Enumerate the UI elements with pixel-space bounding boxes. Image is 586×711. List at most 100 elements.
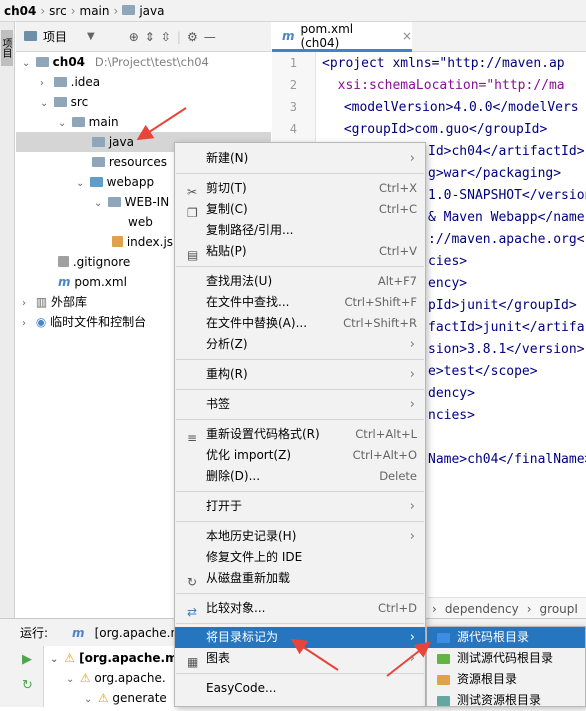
project-panel-header: 项目 ▼ ⊕ ⇕ ⇳ | ⚙ —: [16, 22, 271, 52]
chevron-right-icon[interactable]: ›: [22, 314, 32, 334]
tree-item-ch04[interactable]: ⌄ ch04 D:\Project\test\ch04: [16, 52, 271, 72]
code-line: factId>junit</artifa: [428, 320, 585, 335]
menu-item-bookmarks[interactable]: 书签 ›: [175, 394, 425, 415]
line-number: 1: [289, 56, 297, 70]
chevron-right-icon: ›: [526, 601, 532, 616]
folder-icon: [122, 4, 136, 15]
locate-icon[interactable]: ⊕: [129, 30, 139, 44]
menu-item-mark-directory-as[interactable]: 将目录标记为 ›: [175, 627, 425, 648]
menu-item-repair-ide[interactable]: 修复文件上的 IDE: [175, 547, 425, 568]
menu-item-find-usages[interactable]: 查找用法(U) Alt+F7: [175, 271, 425, 292]
tree-item-main[interactable]: ⌄ main: [16, 112, 271, 132]
expand-all-icon[interactable]: ⇕: [145, 30, 155, 44]
submenu-item-sources-root[interactable]: 源代码根目录: [427, 627, 585, 648]
web-folder-icon: [89, 176, 103, 187]
tree-item-label: web: [128, 215, 153, 229]
run-tree-item[interactable]: ⌄ ⚠ generate: [44, 688, 184, 708]
menu-item-paste[interactable]: ▤ 粘贴(P) Ctrl+V: [175, 241, 425, 262]
rerun-icon[interactable]: ↻: [22, 678, 33, 693]
menu-item-easycode[interactable]: EasyCode...: [175, 678, 425, 699]
code-line: 1.0-SNAPSHOT</version: [428, 188, 586, 203]
hide-icon[interactable]: —: [204, 30, 216, 44]
tree-item-label: java: [108, 135, 134, 149]
menu-item-local-history[interactable]: 本地历史记录(H) ›: [175, 526, 425, 547]
chevron-right-icon: ›: [409, 397, 415, 412]
chevron-right-icon: ›: [432, 601, 437, 616]
code-line: Id>ch04</artifactId>: [428, 144, 585, 159]
chevron-down-icon[interactable]: ⌄: [40, 94, 50, 114]
chevron-down-icon[interactable]: ⌄: [22, 54, 32, 74]
menu-label: 修复文件上的 IDE: [206, 550, 303, 564]
chevron-down-icon[interactable]: ⌄: [84, 690, 94, 710]
run-tree-item[interactable]: ⌄ ⚠ [org.apache.m: [44, 648, 184, 668]
menu-item-reload-from-disk[interactable]: ↻ 从磁盘重新加载: [175, 568, 425, 589]
code-line: xsi:schemaLocation="http://ma: [322, 78, 565, 93]
scratch-icon: ◉: [35, 315, 47, 329]
menu-shortcut: Ctrl+X: [379, 181, 417, 195]
chevron-right-icon[interactable]: ›: [22, 294, 32, 314]
tree-item-idea[interactable]: › .idea: [16, 72, 271, 92]
menu-item-analyze[interactable]: 分析(Z) ›: [175, 334, 425, 355]
nav-src[interactable]: src: [49, 4, 67, 18]
code-line: Name>ch04</finalName>: [428, 452, 586, 467]
play-icon[interactable]: ▶: [22, 652, 32, 667]
run-tree-item[interactable]: ⌄ ⚠ org.apache.: [44, 668, 184, 688]
chevron-down-icon[interactable]: ⌄: [94, 194, 104, 214]
menu-label: 本地历史记录(H): [206, 529, 297, 543]
run-tree-label: generate: [112, 691, 167, 705]
menu-item-open-in[interactable]: 打开于 ›: [175, 496, 425, 517]
menu-shortcut: Delete: [379, 469, 417, 483]
menu-label: 在文件中替换(A)...: [206, 316, 308, 330]
menu-item-cut[interactable]: ✂ 剪切(T) Ctrl+X: [175, 178, 425, 199]
menu-item-optimize-imports[interactable]: 优化 import(Z) Ctrl+Alt+O: [175, 445, 425, 466]
reload-icon: ↻: [187, 575, 198, 589]
chevron-right-icon[interactable]: ›: [40, 74, 50, 94]
breadcrumb-dependency[interactable]: dependency: [445, 602, 519, 616]
submenu-item-test-sources-root[interactable]: 测试源代码根目录: [427, 648, 585, 669]
project-tool-tab[interactable]: 项目: [0, 30, 13, 66]
tab-pom-xml[interactable]: m pom.xml (ch04) ×: [272, 22, 412, 52]
tree-item-label: index.js: [126, 235, 174, 249]
menu-item-copy-path[interactable]: 复制路径/引用...: [175, 220, 425, 241]
folder-icon: [92, 156, 105, 167]
menu-item-copy[interactable]: ❐ 复制(C) Ctrl+C: [175, 199, 425, 220]
tree-item-label: ch04: [52, 55, 86, 69]
nav-main[interactable]: main: [80, 4, 110, 18]
nav-project[interactable]: ch04: [4, 4, 36, 18]
gear-icon[interactable]: ⚙: [187, 30, 198, 44]
tree-item-path: D:\Project\test\ch04: [94, 55, 209, 69]
menu-item-diagrams[interactable]: ▦ 图表 ›: [175, 648, 425, 669]
run-config-tab[interactable]: [org.apache.m: [95, 626, 183, 640]
project-view-title[interactable]: 项目: [43, 28, 67, 45]
tree-item-src[interactable]: ⌄ src: [16, 92, 271, 112]
menu-item-compare-with[interactable]: ⇄ 比较对象... Ctrl+D: [175, 598, 425, 619]
menu-divider: [176, 491, 424, 492]
menu-item-reformat[interactable]: ≡ 重新设置代码格式(R) Ctrl+Alt+L: [175, 424, 425, 445]
menu-shortcut: Ctrl+D: [378, 601, 417, 615]
nav-java[interactable]: java: [139, 4, 164, 18]
chevron-down-icon[interactable]: ⌄: [50, 650, 60, 670]
chevron-down-icon[interactable]: ▼: [87, 31, 95, 42]
tree-item-label: 外部库: [51, 295, 88, 309]
chevron-down-icon[interactable]: ⌄: [58, 114, 68, 134]
menu-item-refactor[interactable]: 重构(R) ›: [175, 364, 425, 385]
chevron-down-icon[interactable]: ⌄: [66, 670, 76, 690]
library-icon: ▥: [35, 295, 48, 309]
maven-icon: m: [72, 625, 85, 640]
line-number: 2: [289, 78, 297, 92]
close-icon[interactable]: ×: [402, 29, 412, 43]
diagram-icon: ▦: [187, 655, 199, 669]
code-line: g>war</packaging>: [428, 166, 562, 181]
submenu-item-test-resources-root[interactable]: 测试资源根目录: [427, 690, 585, 711]
code-line: ncies>: [428, 408, 475, 423]
collapse-all-icon[interactable]: ⇳: [161, 30, 171, 44]
breadcrumb-groupid[interactable]: groupI: [540, 602, 578, 616]
submenu-item-resources-root[interactable]: 资源根目录: [427, 669, 585, 690]
menu-item-delete[interactable]: 删除(D)... Delete: [175, 466, 425, 487]
menu-item-find-in-files[interactable]: 在文件中查找... Ctrl+Shift+F: [175, 292, 425, 313]
menu-item-replace-in-files[interactable]: 在文件中替换(A)... Ctrl+Shift+R: [175, 313, 425, 334]
menu-shortcut: Ctrl+C: [378, 202, 417, 216]
menu-item-new[interactable]: 新建(N) ›: [175, 148, 425, 169]
nav-separator: ›: [70, 3, 76, 18]
chevron-down-icon[interactable]: ⌄: [76, 174, 86, 194]
